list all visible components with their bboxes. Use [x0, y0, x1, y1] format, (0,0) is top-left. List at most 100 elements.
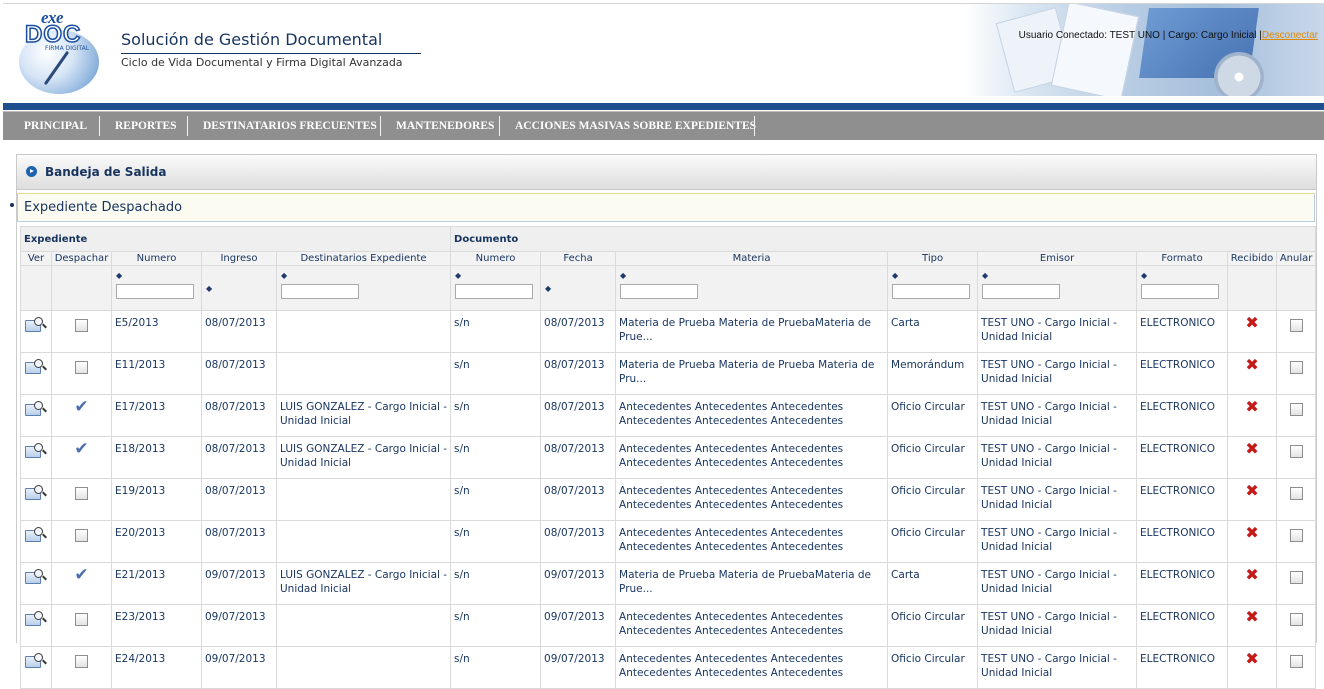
- logout-link[interactable]: Desconectar: [1262, 30, 1318, 41]
- banner-disc-graphic: [1214, 52, 1264, 96]
- filter-cell-emisor: ◆: [977, 265, 1138, 311]
- col-destinatarios[interactable]: Destinatarios Expediente: [275, 251, 452, 266]
- table-row: E5/2013 08/07/2013 s/n 08/07/2013 Materia de…: [20, 310, 1317, 353]
- col-numero[interactable]: Numero: [111, 251, 202, 266]
- anular-checkbox[interactable]: [1289, 319, 1303, 332]
- anular-checkbox[interactable]: [1289, 529, 1303, 542]
- cell-materia: Antecedentes Antecedentes Antecedentes A…: [615, 604, 889, 647]
- cell-materia: Materia de Prueba Materia de PruebaMater…: [615, 310, 889, 353]
- despachar-checkbox[interactable]: [75, 319, 88, 332]
- table-column-header: Ver Despachar Numero Ingreso Destinatari…: [20, 251, 1317, 266]
- cell-destinatarios: LUIS GONZALEZ - Cargo Inicial - Unidad I…: [275, 394, 452, 437]
- filter-cell-numero: ◆: [111, 265, 202, 311]
- cell-numero: E20/2013: [111, 520, 202, 563]
- cell-doc-numero: s/n: [450, 436, 542, 479]
- folder-magnifier-icon[interactable]: [25, 611, 47, 626]
- col-fecha[interactable]: Fecha: [540, 251, 617, 266]
- col-tipo[interactable]: Tipo: [887, 251, 979, 266]
- folder-magnifier-icon[interactable]: [25, 359, 47, 374]
- sort-icon[interactable]: ◆: [206, 284, 272, 293]
- despachar-checkbox[interactable]: [75, 361, 88, 374]
- red-x-icon: ✖: [1245, 649, 1259, 668]
- despachar-checkbox[interactable]: [75, 655, 88, 668]
- sort-icon[interactable]: ◆: [116, 271, 197, 280]
- col-ingreso[interactable]: Ingreso: [201, 251, 277, 266]
- group-documento: Documento: [450, 226, 1317, 252]
- red-x-icon: ✖: [1245, 313, 1259, 332]
- menu-item-mantenedores[interactable]: MANTENEDORES: [396, 112, 494, 140]
- cell-despachar: ✔: [51, 562, 112, 605]
- group-expediente: Expediente: [19, 226, 452, 252]
- cell-materia: Antecedentes Antecedentes Antecedentes A…: [615, 520, 889, 563]
- cell-materia: Antecedentes Antecedentes Antecedentes A…: [615, 394, 889, 437]
- sort-icon[interactable]: ◆: [281, 271, 446, 280]
- menu-item-destinatarios-frecuentes[interactable]: DESTINATARIOS FRECUENTES: [203, 112, 377, 140]
- filter-cell-empty: [1276, 265, 1317, 311]
- cell-formato: ELECTRONICO: [1136, 562, 1229, 605]
- filter-destinatarios-input[interactable]: [281, 284, 359, 299]
- anular-checkbox[interactable]: [1289, 445, 1303, 458]
- despachar-checkbox[interactable]: [75, 529, 88, 542]
- anular-checkbox[interactable]: [1289, 487, 1303, 500]
- col-emisor[interactable]: Emisor: [977, 251, 1138, 266]
- cell-despachar: [51, 478, 112, 521]
- filter-formato-input[interactable]: [1141, 284, 1220, 299]
- cell-despachar: ✔: [51, 394, 112, 437]
- cell-destinatarios: LUIS GONZALEZ - Cargo Inicial - Unidad I…: [275, 562, 452, 605]
- anular-checkbox[interactable]: [1289, 571, 1303, 584]
- anular-checkbox[interactable]: [1289, 613, 1303, 626]
- sort-icon[interactable]: ◆: [892, 271, 973, 280]
- folder-magnifier-icon[interactable]: [25, 317, 47, 332]
- cell-recibido: ✖: [1227, 436, 1278, 479]
- cell-numero: E17/2013: [111, 394, 202, 437]
- sort-icon[interactable]: ◆: [1141, 271, 1223, 280]
- col-formato[interactable]: Formato: [1136, 251, 1229, 266]
- app-subtitle: Ciclo de Vida Documental y Firma Digital…: [121, 56, 403, 69]
- arrow-circle-icon: [26, 166, 37, 177]
- folder-magnifier-icon[interactable]: [25, 653, 47, 668]
- col-materia[interactable]: Materia: [615, 251, 889, 266]
- filter-numero-input[interactable]: [116, 284, 194, 299]
- cell-recibido: ✖: [1227, 520, 1278, 563]
- filter-materia-input[interactable]: [620, 284, 699, 299]
- folder-magnifier-icon[interactable]: [25, 401, 47, 416]
- filter-doc-numero-input[interactable]: [455, 284, 534, 299]
- filter-emisor-input[interactable]: [982, 284, 1061, 299]
- menu-separator: [99, 116, 100, 136]
- despachar-checkbox[interactable]: [75, 613, 88, 626]
- col-doc-numero[interactable]: Numero: [450, 251, 542, 266]
- menu-item-principal[interactable]: PRINCIPAL: [24, 112, 87, 140]
- filter-tipo-input[interactable]: [892, 284, 971, 299]
- cell-fecha: 08/07/2013: [540, 436, 617, 479]
- cell-destinatarios: [275, 646, 452, 689]
- anular-checkbox[interactable]: [1289, 361, 1303, 374]
- sort-icon[interactable]: ◆: [545, 284, 611, 293]
- cell-ver: [20, 520, 52, 563]
- red-x-icon: ✖: [1245, 481, 1259, 500]
- folder-magnifier-icon[interactable]: [25, 527, 47, 542]
- despachar-checkbox[interactable]: [75, 487, 88, 500]
- red-x-icon: ✖: [1245, 397, 1259, 416]
- cell-fecha: 08/07/2013: [540, 352, 617, 395]
- cell-ingreso: 09/07/2013: [201, 604, 277, 647]
- sort-icon[interactable]: ◆: [982, 271, 1132, 280]
- cell-doc-numero: s/n: [450, 646, 542, 689]
- menu-item-reportes[interactable]: REPORTES: [115, 112, 177, 140]
- sort-icon[interactable]: ◆: [620, 271, 883, 280]
- cell-recibido: ✖: [1227, 646, 1278, 689]
- cell-numero: E24/2013: [111, 646, 202, 689]
- cell-destinatarios: [275, 478, 452, 521]
- folder-magnifier-icon[interactable]: [25, 485, 47, 500]
- cell-anular: [1276, 520, 1317, 563]
- folder-magnifier-icon[interactable]: [25, 443, 47, 458]
- cell-ingreso: 09/07/2013: [201, 562, 277, 605]
- sort-icon[interactable]: ◆: [455, 271, 536, 280]
- cell-fecha: 08/07/2013: [540, 394, 617, 437]
- anular-checkbox[interactable]: [1289, 403, 1303, 416]
- menu-item-acciones-masivas[interactable]: ACCIONES MASIVAS SOBRE EXPEDIENTES: [515, 112, 756, 140]
- filter-cell-ingreso: ◆: [201, 265, 277, 311]
- anular-checkbox[interactable]: [1289, 655, 1303, 668]
- cell-emisor: TEST UNO - Cargo Inicial - Unidad Inicia…: [977, 520, 1138, 563]
- folder-magnifier-icon[interactable]: [25, 569, 47, 584]
- cell-anular: [1276, 352, 1317, 395]
